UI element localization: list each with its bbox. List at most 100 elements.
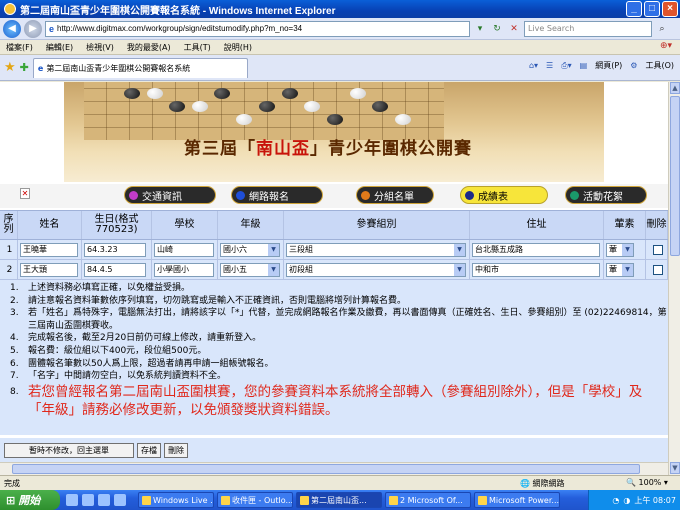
- header-diet: 葷素: [604, 211, 646, 239]
- name-input[interactable]: 王曉華: [20, 242, 78, 257]
- row-number: 2: [0, 260, 18, 279]
- quick-launch-icon[interactable]: [66, 494, 78, 506]
- delete-checkbox[interactable]: [652, 264, 663, 275]
- address-input[interactable]: 台北縣五成路: [472, 242, 600, 257]
- search-input[interactable]: Live Search: [524, 20, 652, 37]
- menu-tools[interactable]: 工具(T): [184, 42, 211, 53]
- list-item: 2. 請注意報名資料筆數依序列填寫，切勿跳寫或是輸入不正確資訊，否則電腦將增列計算…: [10, 295, 407, 306]
- page-content: 第三屆「南山盃」青少年圍棋公開賽 ✕ 交通資訊 網路報名 分組名單 成績表 活動…: [0, 82, 668, 475]
- nav-group-list[interactable]: 分組名單: [356, 186, 434, 204]
- forward-arrow-icon[interactable]: ▶: [24, 19, 42, 38]
- security-zone: 🌐 網際網路: [520, 479, 565, 488]
- back-to-menu-button[interactable]: 暫時不修改，回主選單: [4, 443, 134, 458]
- taskbar-item[interactable]: 2 Microsoft Of...: [385, 492, 471, 508]
- list-item: 5. 報名費：級位組以下400元，段位組500元。: [10, 345, 207, 356]
- form-header: 序列 姓名 生日(格式770523) 學校 年級 參賽組別 住址 葷素 刪除: [0, 210, 668, 240]
- window-titlebar: 第二屆南山盃青少年圍棋公開賽報名系統 - Windows Internet Ex…: [0, 0, 680, 18]
- menu-help[interactable]: 說明(H): [224, 42, 252, 53]
- windows-logo-icon: ⊞: [6, 493, 16, 507]
- start-button[interactable]: ⊞ 開始: [0, 490, 60, 510]
- address-input[interactable]: 中和市: [472, 262, 600, 277]
- app-icon: [478, 495, 487, 505]
- tray-icon[interactable]: ◑: [623, 496, 630, 505]
- group-select[interactable]: 初段組: [286, 262, 466, 277]
- broken-image-icon: ✕: [20, 188, 30, 199]
- birthday-input[interactable]: 84.4.5: [84, 262, 146, 277]
- quick-launch-icon[interactable]: [98, 494, 110, 506]
- tab-current[interactable]: e 第二屆南山盃青少年圍棋公開賽報名系統: [32, 57, 248, 78]
- scroll-down-icon[interactable]: ▼: [670, 462, 680, 474]
- delete-button[interactable]: 刪除: [164, 443, 188, 458]
- school-input[interactable]: 小學國小: [154, 262, 214, 277]
- search-icon[interactable]: ⌕: [655, 22, 669, 36]
- tools-menu[interactable]: 工具(O): [645, 60, 674, 71]
- menu-file[interactable]: 檔案(F): [6, 42, 33, 53]
- diet-select[interactable]: 葷: [606, 242, 634, 257]
- tray-icon[interactable]: ◔: [612, 496, 619, 505]
- diet-select[interactable]: 葷: [606, 262, 634, 277]
- delete-checkbox[interactable]: [652, 244, 663, 255]
- stop-icon[interactable]: ✕: [507, 22, 521, 36]
- scroll-up-icon[interactable]: ▲: [670, 82, 680, 94]
- grade-select[interactable]: 國小六: [220, 242, 280, 257]
- birthday-input[interactable]: 64.3.23: [84, 242, 146, 257]
- add-favorite-icon[interactable]: ✚: [20, 61, 29, 74]
- row-number: 1: [0, 240, 18, 259]
- nav-bullet-icon: [465, 190, 474, 200]
- menu-edit[interactable]: 編輯(E): [46, 42, 73, 53]
- horizontal-scrollbar[interactable]: [0, 462, 668, 475]
- page-icon: e: [49, 23, 55, 34]
- nav-online-signup[interactable]: 網路報名: [231, 186, 323, 204]
- header-delete: 刪除: [646, 211, 668, 239]
- toolbar-extension-icon[interactable]: ⊕▾: [660, 41, 672, 51]
- nav-traffic-info[interactable]: 交通資訊: [124, 186, 216, 204]
- page-menu-icon: ▤: [579, 61, 588, 70]
- taskbar-item[interactable]: 收件匣 - Outlo...: [217, 492, 293, 508]
- taskbar-item[interactable]: Windows Live ...: [138, 492, 214, 508]
- clock: 上午 08:07: [634, 495, 676, 505]
- save-button[interactable]: 存檔: [137, 443, 161, 458]
- menu-view[interactable]: 檢視(V): [86, 42, 114, 53]
- menu-favorites[interactable]: 我的最愛(A): [127, 42, 171, 53]
- home-icon[interactable]: ⌂▾: [529, 61, 538, 70]
- grade-select[interactable]: 國小五: [220, 262, 280, 277]
- nav-bullet-icon: [361, 190, 370, 200]
- go-board-picture: [84, 82, 444, 140]
- nav-bullet-icon: [236, 190, 245, 200]
- horizontal-scroll-thumb[interactable]: [12, 464, 640, 474]
- address-field[interactable]: e http://www.digitmax.com/workgroup/sign…: [45, 20, 470, 37]
- list-item: 1. 上述資料務必填寫正確，以免權益受損。: [10, 283, 191, 293]
- back-arrow-icon[interactable]: ◀: [3, 19, 21, 38]
- taskbar-item[interactable]: Microsoft Power...: [474, 492, 560, 508]
- list-item: 7. 「名字」中間請勿空白，以免系統判讀資料不全。: [10, 371, 227, 382]
- nav-bullet-icon: [570, 190, 579, 200]
- go-icon[interactable]: ▾: [473, 22, 487, 36]
- group-select[interactable]: 三段組: [286, 242, 466, 257]
- page-menu[interactable]: 網頁(P): [595, 60, 622, 71]
- nav-photo-highlights[interactable]: 活動花絮: [565, 186, 647, 204]
- favorites-star-icon[interactable]: ★: [4, 60, 16, 75]
- taskbar-item-active[interactable]: 第二屆南山盃...: [296, 492, 382, 508]
- feeds-icon[interactable]: ☰: [546, 61, 553, 70]
- header-seq: 序列: [0, 211, 18, 239]
- maximize-button[interactable]: □: [644, 1, 660, 17]
- notes-list: 1. 上述資料務必填寫正確，以免權益受損。 2. 請注意報名資料筆數依序列填寫，切勿…: [0, 280, 668, 435]
- print-icon[interactable]: ⎙▾: [561, 61, 571, 71]
- refresh-icon[interactable]: ↻: [490, 22, 504, 36]
- vertical-scroll-thumb[interactable]: [670, 96, 680, 256]
- table-row: 2 王大頭 84.4.5 小學國小 國小五 初段組 中和市 葷: [0, 260, 668, 280]
- header-birthday: 生日(格式770523): [82, 211, 152, 239]
- window-title: 第二屆南山盃青少年圍棋公開賽報名系統 - Windows Internet Ex…: [20, 5, 336, 17]
- quick-launch-icon[interactable]: [114, 494, 126, 506]
- nav-results[interactable]: 成績表: [460, 186, 548, 204]
- quick-launch-icon[interactable]: [82, 494, 94, 506]
- app-icon: [389, 495, 398, 505]
- close-button[interactable]: ×: [662, 1, 678, 17]
- vertical-scrollbar[interactable]: ▲ ▼: [668, 82, 680, 475]
- minimize-button[interactable]: _: [626, 1, 642, 17]
- tab-row: ★ ✚ e 第二屆南山盃青少年圍棋公開賽報名系統 ⌂▾ ☰ ⎙▾ ▤ 網頁(P)…: [0, 55, 680, 81]
- school-input[interactable]: 山崎: [154, 242, 214, 257]
- name-input[interactable]: 王大頭: [20, 262, 78, 277]
- zoom-level[interactable]: 🔍 100% ▾: [626, 478, 668, 487]
- taskbar: ⊞ 開始 Windows Live ... 收件匣 - Outlo... 第二屆…: [0, 490, 680, 510]
